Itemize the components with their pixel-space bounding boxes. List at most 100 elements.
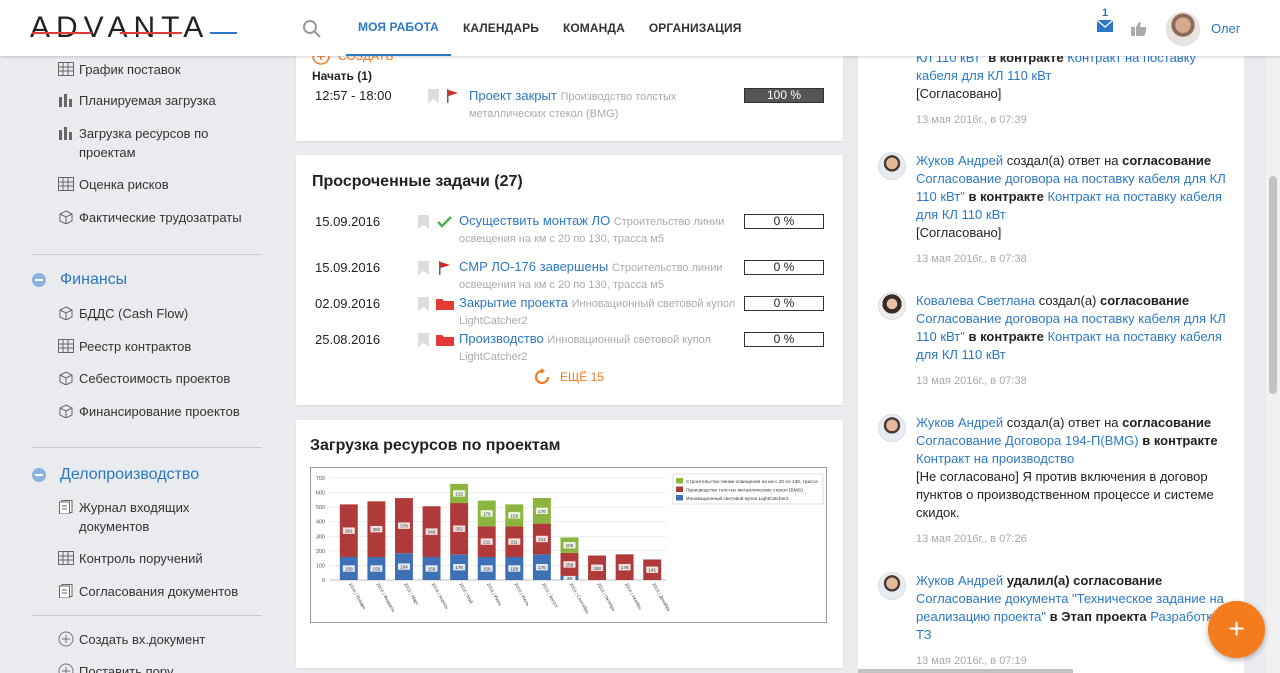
x-tick-label: 2016 | Октябрь — [596, 582, 617, 613]
sidebar-item-planned-load[interactable]: Планируемая загрузка — [58, 91, 216, 110]
sidebar-item-assignments[interactable]: Контроль поручений — [58, 549, 203, 568]
sidebar-section-finance[interactable]: Финансы — [32, 271, 127, 289]
vertical-scrollbar[interactable] — [1266, 56, 1280, 673]
user-name[interactable]: Олег — [1211, 21, 1241, 36]
author-avatar[interactable] — [878, 414, 906, 442]
feed-object-type: согласование — [1122, 153, 1212, 168]
create-assignment-button[interactable]: Поставить пору — [58, 662, 173, 673]
section-title: Делопроизводство — [60, 466, 200, 483]
data-label: 211 — [511, 540, 519, 545]
y-tick-label: 0 — [322, 578, 325, 584]
data-label: 28 — [567, 576, 573, 581]
search-icon[interactable] — [302, 19, 322, 39]
sidebar-item-actual-labor[interactable]: Фактические трудозатраты — [58, 208, 242, 227]
bookmark-icon[interactable] — [418, 261, 429, 275]
task-title[interactable]: Производство — [459, 331, 544, 346]
task-progress: 0 % — [744, 214, 824, 229]
cube-icon — [59, 306, 73, 320]
legend-label: Строительство линии освещения на км с 20… — [686, 479, 818, 485]
data-label: 361 — [345, 529, 353, 534]
sidebar-item-label: Загрузка ресурсов по проектам — [79, 126, 209, 160]
legend-swatch — [676, 478, 683, 484]
x-tick-label: 2016 | Март — [403, 582, 420, 607]
feed-context-type: в контракте — [988, 56, 1064, 65]
feed-context-type: в контракте — [968, 329, 1044, 344]
feed-context-type: в Этап проекта — [1049, 609, 1147, 624]
bookmark-icon[interactable] — [418, 297, 429, 311]
task-item[interactable]: СМР ЛО-176 завершены Строительство линии… — [459, 259, 739, 293]
feed-author-link[interactable]: Жуков Андрей — [916, 415, 1003, 430]
sidebar-item-contracts-registry[interactable]: Реестр контрактов — [58, 337, 191, 356]
sidebar: График поставок Планируемая загрузка Заг… — [0, 56, 282, 673]
task-date: 25.08.2016 — [315, 332, 381, 347]
create-incoming-doc-button[interactable]: Создать вх.документ — [58, 630, 205, 649]
start-section-label: Начать (1) — [312, 69, 372, 83]
horizontal-scrollbar[interactable] — [858, 669, 1073, 673]
data-label: 132 — [455, 491, 463, 496]
author-avatar[interactable] — [878, 292, 906, 320]
feed-author-link[interactable]: Ковалева Светлана — [916, 293, 1035, 308]
sidebar-item-cash-flow[interactable]: БДДС (Cash Flow) — [58, 304, 188, 323]
nav-calendar[interactable]: КАЛЕНДАРЬ — [451, 0, 551, 56]
sidebar-item-risk-assessment[interactable]: Оценка рисков — [58, 175, 169, 194]
sidebar-item-project-cost[interactable]: Себестоимость проектов — [58, 369, 230, 388]
y-tick-label: 400 — [316, 520, 325, 526]
feed-entry-body: Жуков Андрей создал(а) ответ на согласов… — [916, 152, 1226, 268]
feed-status: [Не согласовано] Я против включения в до… — [916, 469, 1214, 520]
data-label: 158 — [345, 566, 353, 571]
feed-object-link[interactable]: КЛ 110 кВт" — [916, 56, 985, 65]
main-nav: МОЯ РАБОТА КАЛЕНДАРЬ КОМАНДА ОРГАНИЗАЦИЯ — [346, 0, 754, 56]
mail-button[interactable]: 1 — [1096, 6, 1114, 40]
show-more-button[interactable]: ЕЩЁ 15 — [532, 367, 604, 387]
plus-circle-icon — [58, 631, 74, 647]
x-tick-label: 2016 | Апрель — [431, 582, 450, 611]
check-icon — [437, 216, 452, 228]
nav-organization[interactable]: ОРГАНИЗАЦИЯ — [637, 0, 754, 56]
sidebar-item-label: Оценка рисков — [79, 177, 169, 192]
bookmark-icon[interactable] — [418, 215, 429, 229]
task-item[interactable]: Проект закрыт Производство толстых метал… — [469, 88, 719, 122]
task-title[interactable]: СМР ЛО-176 завершены — [459, 259, 608, 274]
bookmark-icon[interactable] — [418, 333, 429, 347]
sidebar-item-resource-load[interactable]: Загрузка ресурсов по проектам — [58, 124, 238, 162]
sidebar-item-incoming-journal[interactable]: Журнал входящих документов — [58, 498, 228, 536]
sidebar-item-label: Финансирование проектов — [79, 404, 240, 419]
sidebar-item-delivery-schedule[interactable]: График поставок — [58, 60, 181, 79]
feed-object-link[interactable]: Согласование Договора 194-П(BMG) — [916, 433, 1139, 448]
task-item[interactable]: Производство Инновационный световой купо… — [459, 331, 739, 365]
feed-entry-body: Жуков Андрей создал(а) ответ на согласов… — [916, 414, 1226, 548]
advanta-logo[interactable]: ADVANTA — [30, 12, 237, 44]
feed-author-link[interactable]: Жуков Андрей — [916, 573, 1003, 588]
plus-icon: + — [1228, 613, 1245, 644]
task-title[interactable]: Осуществить монтаж ЛО — [459, 213, 610, 228]
feed-context-link[interactable]: Контракт на производство — [916, 451, 1074, 466]
add-fab-button[interactable]: + — [1208, 601, 1265, 658]
feed-author-link[interactable]: Жуков Андрей — [916, 153, 1003, 168]
sidebar-section-docs[interactable]: Делопроизводство — [32, 466, 199, 484]
nav-my-work[interactable]: МОЯ РАБОТА — [346, 0, 451, 56]
data-label: 106 — [566, 543, 574, 548]
data-label: 184 — [400, 565, 408, 570]
sidebar-item-label: Контроль поручений — [79, 551, 203, 566]
feed-object-type: согласование — [1073, 573, 1163, 588]
task-progress: 0 % — [744, 296, 824, 311]
documents-icon — [59, 500, 73, 514]
author-avatar[interactable] — [878, 572, 906, 600]
x-tick-label: 2016 | Ноябрь — [624, 582, 644, 611]
task-item[interactable]: Осуществить монтаж ЛО Строительство лини… — [459, 213, 739, 247]
task-title[interactable]: Проект закрыт — [469, 88, 557, 103]
sidebar-item-project-funding[interactable]: Финансирование проектов — [58, 402, 240, 421]
like-icon[interactable] — [1131, 22, 1147, 36]
user-avatar[interactable] — [1166, 12, 1200, 46]
task-title[interactable]: Закрытие проекта — [459, 295, 568, 310]
task-item[interactable]: Закрытие проекта Инновационный световой … — [459, 295, 739, 329]
task-progress: 100 % — [744, 88, 824, 103]
bookmark-icon[interactable] — [428, 89, 439, 103]
scrollbar-thumb[interactable] — [1269, 176, 1277, 394]
sidebar-item-doc-approvals[interactable]: Согласования документов — [58, 582, 238, 601]
author-avatar[interactable] — [878, 152, 906, 180]
folder-icon — [436, 335, 454, 346]
collapse-icon — [32, 273, 46, 287]
x-tick-label: 2016 | Декабрь — [651, 582, 672, 613]
nav-team[interactable]: КОМАНДА — [551, 0, 637, 56]
